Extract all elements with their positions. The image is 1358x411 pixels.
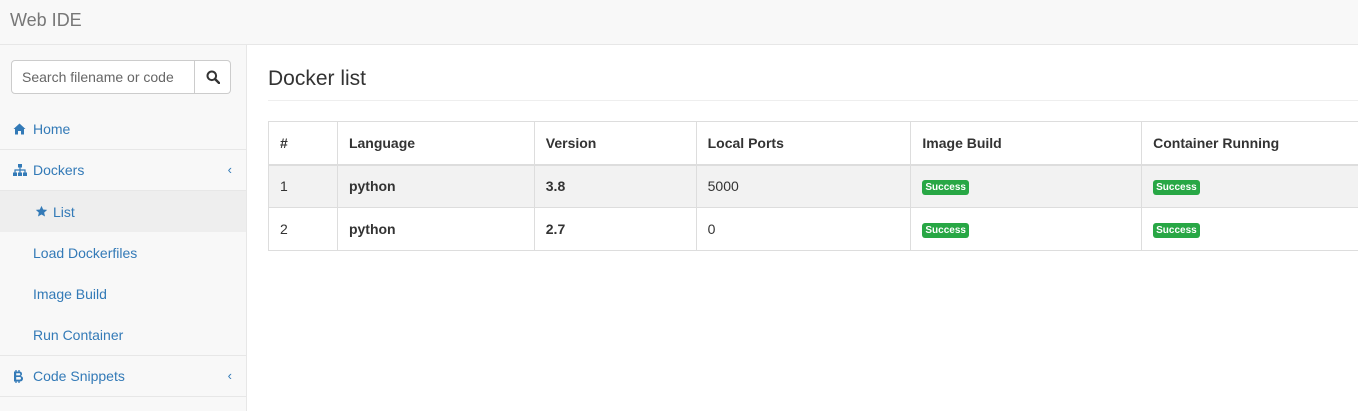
cell-language: python — [336, 207, 535, 251]
cell-local-ports: 0 — [695, 207, 912, 251]
sidebar-item-label: Code Snippets — [33, 368, 125, 384]
sidebar-item-image-build[interactable]: Image Build — [0, 273, 246, 314]
status-badge: Success — [1153, 223, 1200, 238]
column-header-language: Language — [336, 121, 535, 166]
page-title: Docker list — [268, 67, 367, 90]
sidebar-item-label: Dockers — [33, 162, 85, 178]
sidebar-item-label: Image Build — [33, 285, 107, 302]
dockers-submenu: List Load Dockerfiles Image Build Run Co… — [0, 191, 246, 356]
search-button[interactable] — [195, 60, 231, 94]
cell-number: 1 — [268, 164, 338, 208]
sitemap-icon — [13, 164, 28, 176]
column-header-container-running: Container Running — [1141, 121, 1358, 166]
status-badge: Success — [1153, 180, 1200, 196]
search-input[interactable] — [11, 60, 195, 94]
sidebar-item-label: Run Container — [33, 326, 124, 343]
cell-container-running: Success — [1141, 207, 1358, 251]
sidebar-item-list[interactable]: List — [0, 191, 246, 232]
sidebar-item-code-snippets[interactable]: Code Snippets ‹ — [0, 356, 246, 397]
column-header-local-ports: Local Ports — [695, 121, 912, 166]
docker-table: # Language Version Local Ports Image Bui… — [268, 121, 1358, 251]
search-icon — [206, 70, 220, 84]
sidebar-item-dockers[interactable]: Dockers ‹ — [0, 150, 246, 191]
cell-version: 2.7 — [533, 207, 697, 251]
title-divider — [268, 100, 1358, 101]
sidebar-nav: Home Dockers ‹ List Load Dockerfiles Ima… — [0, 109, 246, 397]
table-row: 1 python 3.8 5000 Success Success — [268, 164, 1358, 208]
cell-version: 3.8 — [533, 164, 697, 208]
sidebar-item-label: Home — [33, 121, 71, 137]
search-group — [11, 60, 231, 94]
chevron-left-icon: ‹ — [227, 368, 232, 383]
sidebar-item-load-dockerfiles[interactable]: Load Dockerfiles — [0, 232, 246, 273]
status-badge: Success — [922, 223, 969, 238]
cell-number: 2 — [268, 207, 338, 251]
sidebar-item-run-container[interactable]: Run Container — [0, 314, 246, 355]
column-header-version: Version — [533, 121, 697, 166]
sidebar-item-home[interactable]: Home — [0, 109, 246, 150]
main-content: Docker list # Language Version Local Por… — [247, 45, 1358, 411]
sidebar-item-label: Load Dockerfiles — [33, 244, 138, 261]
table-header-row: # Language Version Local Ports Image Bui… — [268, 121, 1358, 166]
table-row: 2 python 2.7 0 Success Success — [268, 207, 1358, 251]
column-header-image-build: Image Build — [910, 121, 1143, 166]
home-icon — [13, 123, 28, 135]
cell-image-build: Success — [910, 164, 1143, 208]
star-icon — [35, 205, 48, 218]
status-badge: Success — [922, 180, 969, 196]
cell-language: python — [336, 164, 535, 208]
column-header-number: # — [268, 121, 338, 166]
cell-local-ports: 5000 — [695, 164, 912, 208]
top-navbar: Web IDE — [0, 0, 1358, 45]
cell-image-build: Success — [910, 207, 1143, 251]
chevron-left-icon: ‹ — [227, 162, 232, 177]
sidebar-item-label: List — [53, 203, 75, 220]
cell-container-running: Success — [1141, 164, 1358, 208]
bitcoin-icon — [13, 369, 28, 383]
brand-title[interactable]: Web IDE — [10, 10, 82, 31]
sidebar: Home Dockers ‹ — [0, 45, 247, 411]
